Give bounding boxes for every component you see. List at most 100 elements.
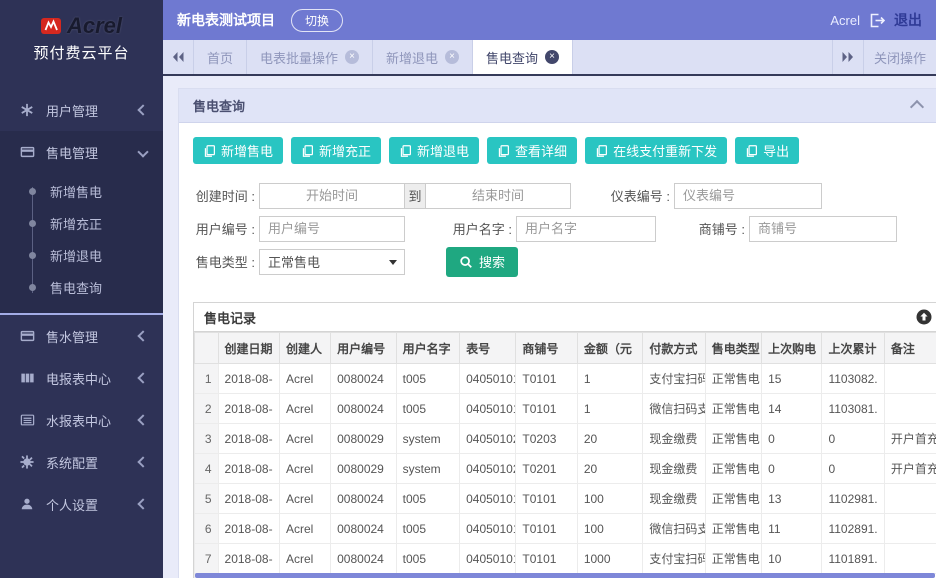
table-cell: 正常售电: [705, 394, 761, 424]
view-detail-button[interactable]: 查看详细: [487, 137, 577, 164]
add-sale-button[interactable]: 新增售电: [193, 137, 283, 164]
logout-icon[interactable]: [869, 13, 885, 28]
table-row[interactable]: 72018-08-Acrel0080024t00504050101T010110…: [195, 544, 936, 574]
table-cell: T0101: [516, 544, 577, 574]
sidebar-group: 个人设置: [0, 483, 163, 525]
sidebar-subitem[interactable]: 新增退电: [0, 239, 163, 271]
sidebar-item-5[interactable]: 系统配置: [0, 441, 163, 483]
tab-label: 电表批量操作: [260, 48, 338, 67]
tab-item-2[interactable]: 新增退电×: [373, 40, 473, 74]
project-name: 新电表测试项目: [177, 10, 275, 30]
sidebar-item-3[interactable]: 电报表中心: [0, 357, 163, 399]
end-time-input[interactable]: [425, 183, 571, 209]
logout-link[interactable]: 退出: [894, 10, 922, 30]
table-cell: t005: [396, 484, 459, 514]
grid-icon: [20, 370, 36, 386]
sidebar-item-label: 个人设置: [46, 495, 98, 514]
sidebar-subitem[interactable]: 新增充正: [0, 207, 163, 239]
tab-close-icon[interactable]: ×: [445, 50, 459, 64]
table-cell: Acrel: [279, 544, 330, 574]
table-cell: 2018-08-: [218, 514, 279, 544]
table-row[interactable]: 12018-08-Acrel0080024t00504050101T01011支…: [195, 364, 936, 394]
file-icon: [745, 144, 758, 158]
sidebar-submenu: 新增售电新增充正新增退电售电查询: [0, 173, 163, 313]
table-row[interactable]: 32018-08-Acrel0080029system04050102T0203…: [195, 424, 936, 454]
add-refund-button[interactable]: 新增退电: [389, 137, 479, 164]
user-name-input[interactable]: [516, 216, 656, 242]
bullet-icon: [29, 220, 36, 227]
sidebar-item-0[interactable]: 用户管理: [0, 89, 163, 131]
tabs-container: 首页电表批量操作×新增退电×售电查询×: [194, 40, 573, 74]
table-cell: t005: [396, 544, 459, 574]
tab-item-0[interactable]: 首页: [194, 40, 247, 74]
horizontal-scrollbar[interactable]: [195, 573, 935, 578]
column-header: 售电类型: [705, 333, 761, 364]
table-row[interactable]: 62018-08-Acrel0080024t00504050101T010110…: [195, 514, 936, 544]
main-content: 售电查询 新增售电新增充正新增退电查看详细在线支付重新下发导出 创建时间 : 到…: [163, 76, 936, 578]
user-no-label: 用户编号 :: [193, 219, 255, 238]
export-button[interactable]: 导出: [735, 137, 799, 164]
table-row[interactable]: 52018-08-Acrel0080024t00504050101T010110…: [195, 484, 936, 514]
chevron-left-icon: [137, 414, 148, 425]
tabs-scroll-right-icon[interactable]: [832, 40, 863, 74]
tab-item-3[interactable]: 售电查询 ×: [473, 40, 573, 74]
panel-collapse-icon[interactable]: [910, 100, 924, 114]
tab-close-icon[interactable]: ×: [545, 50, 559, 64]
bullet-icon: [29, 188, 36, 195]
online-pay-reissue-button[interactable]: 在线支付重新下发: [585, 137, 727, 164]
table-header-row: 创建日期创建人用户编号用户名字表号商铺号金额（元付款方式售电类型上次购电上次累计…: [195, 333, 936, 364]
table-cell: T0201: [516, 454, 577, 484]
column-header: 上次购电: [762, 333, 822, 364]
table-cell: [884, 364, 936, 394]
sidebar-item-2[interactable]: 售水管理: [0, 315, 163, 357]
meter-no-input[interactable]: [674, 183, 822, 209]
table-cell: 微信扫码支付: [643, 394, 705, 424]
brand-block: Acrel 预付费云平台: [0, 0, 163, 89]
table-cell: system: [396, 424, 459, 454]
sidebar-item-label: 用户管理: [46, 101, 98, 120]
table-cell: 04050101: [460, 394, 516, 424]
chevron-left-icon: [137, 104, 148, 115]
start-time-input[interactable]: [259, 183, 405, 209]
to-label: 到: [405, 183, 425, 209]
sidebar-item-1[interactable]: 售电管理: [0, 131, 163, 173]
table-cell: 1102891.: [822, 514, 884, 544]
table-cell: 0: [822, 454, 884, 484]
table-row[interactable]: 42018-08-Acrel0080029system04050102T0201…: [195, 454, 936, 484]
shop-no-input[interactable]: [749, 216, 897, 242]
column-header: 备注: [884, 333, 936, 364]
column-header: 金额（元: [577, 333, 643, 364]
table-cell: 0080024: [331, 544, 397, 574]
search-button[interactable]: 搜索: [446, 247, 518, 277]
table-cell: 04050101: [460, 484, 516, 514]
table-cell: 现金缴费: [643, 424, 705, 454]
scroll-top-icon[interactable]: [916, 309, 932, 325]
table-cell: 开户首充: [884, 424, 936, 454]
user-no-input[interactable]: [259, 216, 405, 242]
table-cell: 1103082.: [822, 364, 884, 394]
select-caret-icon: [389, 260, 397, 265]
table-cell: 14: [762, 394, 822, 424]
column-header: 付款方式: [643, 333, 705, 364]
sidebar-subitem[interactable]: 新增售电: [0, 175, 163, 207]
table-cell: 2018-08-: [218, 364, 279, 394]
table-cell: system: [396, 454, 459, 484]
tab-label: 售电查询: [486, 48, 538, 67]
table-cell: 0080024: [331, 514, 397, 544]
user-icon: [20, 496, 36, 512]
switch-project-button[interactable]: 切换: [291, 9, 343, 32]
table-row[interactable]: 22018-08-Acrel0080024t00504050101T01011微…: [195, 394, 936, 424]
add-correction-button[interactable]: 新增充正: [291, 137, 381, 164]
sidebar-item-4[interactable]: 水报表中心: [0, 399, 163, 441]
sidebar-item-6[interactable]: 个人设置: [0, 483, 163, 525]
tab-item-1[interactable]: 电表批量操作 ×: [247, 40, 373, 74]
close-all-tabs-button[interactable]: 关闭操作: [863, 40, 936, 74]
tabs-scroll-left-icon[interactable]: [163, 40, 194, 74]
sidebar-subitem[interactable]: 售电查询: [0, 271, 163, 303]
table-cell: T0101: [516, 514, 577, 544]
tab-close-icon[interactable]: ×: [345, 50, 359, 64]
table-cell: 支付宝扫码: [643, 544, 705, 574]
table-cell: 2018-08-: [218, 424, 279, 454]
sale-type-select[interactable]: 正常售电: [259, 249, 405, 275]
list-icon: [20, 412, 36, 428]
